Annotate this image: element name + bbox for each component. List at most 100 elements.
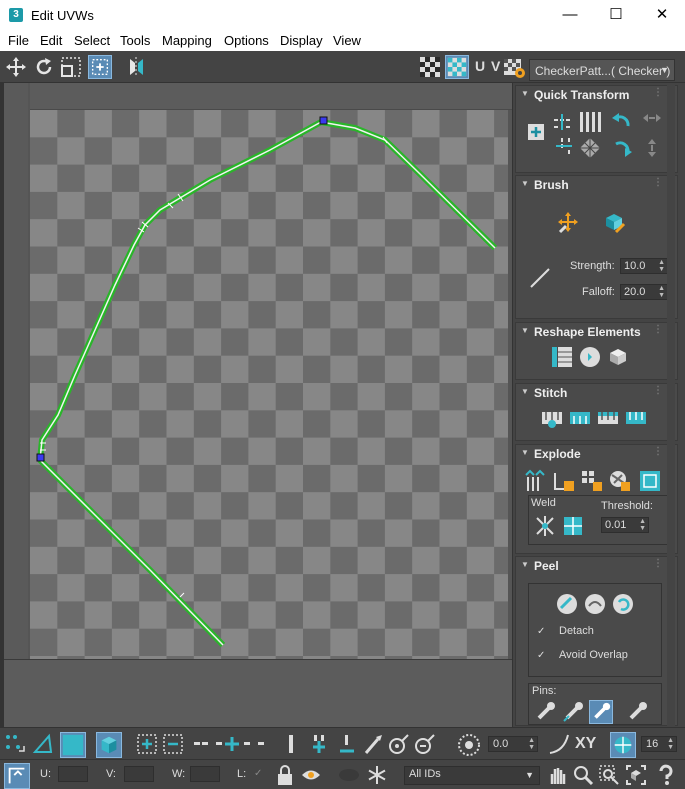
panel-scrollbar[interactable] xyxy=(667,83,675,727)
paint-grow-icon[interactable] xyxy=(388,733,410,755)
weld-selected-icon[interactable] xyxy=(533,514,557,538)
paint-select-icon[interactable] xyxy=(362,733,384,755)
peel-header[interactable]: ▼ Peel ⋮⋮ xyxy=(516,557,677,575)
pin-selected-icon[interactable] xyxy=(561,700,585,724)
freeze-icon-disabled[interactable] xyxy=(338,764,360,786)
menu-file[interactable]: File xyxy=(8,33,29,48)
unpin-selected-icon[interactable] xyxy=(589,700,613,724)
shrink-selection-icon[interactable] xyxy=(162,733,184,755)
strength-spinner[interactable]: 10.0 ▲ ▼ xyxy=(620,258,668,274)
spinner-arrows-icon[interactable]: ▲ ▼ xyxy=(658,259,665,273)
weld-target-icon[interactable] xyxy=(561,514,585,538)
rotate-ccw-icon[interactable] xyxy=(610,110,634,134)
help-icon[interactable] xyxy=(655,764,677,786)
reshape-elements-header[interactable]: ▼ Reshape Elements ⋮⋮ xyxy=(516,323,677,341)
threshold-spinner[interactable]: 0.01 ▲ ▼ xyxy=(601,517,649,533)
ring-icon[interactable] xyxy=(280,733,302,755)
uv-viewport[interactable] xyxy=(0,83,512,727)
grid-size-spinner[interactable]: 16 ▲ ▼ xyxy=(641,736,677,752)
auto-pin-icon[interactable] xyxy=(625,700,649,724)
checker-texture[interactable] xyxy=(30,110,508,659)
loop-shrink-icon[interactable] xyxy=(336,733,358,755)
falloff-spinner[interactable]: 20.0 ▲ ▼ xyxy=(620,284,668,300)
checker-map-icon[interactable] xyxy=(445,55,469,79)
detach-checkbox[interactable]: ✓ xyxy=(537,627,548,638)
space-vertical-icon[interactable] xyxy=(578,136,602,160)
brush-header[interactable]: ▼ Brush ⋮⋮ xyxy=(516,176,677,194)
minimize-button[interactable]: — xyxy=(547,0,593,31)
xy-space-toggle[interactable]: XY xyxy=(575,735,596,753)
straighten-selection-icon[interactable] xyxy=(550,345,574,369)
paint-move-icon[interactable] xyxy=(556,210,580,234)
menu-options[interactable]: Options xyxy=(224,33,269,48)
menu-select[interactable]: Select xyxy=(74,33,110,48)
uv-toggle[interactable]: U V xyxy=(475,58,501,74)
break-icon[interactable] xyxy=(524,469,548,493)
lock-icon[interactable] xyxy=(274,764,296,786)
relax-brush-icon[interactable] xyxy=(602,210,626,234)
v-field[interactable] xyxy=(124,766,154,782)
flip-horizontal-icon[interactable] xyxy=(640,110,664,134)
menu-display[interactable]: Display xyxy=(280,33,323,48)
freeform-icon[interactable] xyxy=(88,55,112,79)
menu-tools[interactable]: Tools xyxy=(120,33,150,48)
stitch-to-target-icon[interactable] xyxy=(624,406,648,430)
rotate-icon[interactable] xyxy=(32,55,56,79)
snowflake-icon[interactable] xyxy=(366,764,388,786)
selected-vertex[interactable] xyxy=(319,116,328,125)
rotate-cw-icon[interactable] xyxy=(610,136,634,160)
grow-selection-icon[interactable] xyxy=(136,733,158,755)
lock-uv-checkbox[interactable]: ✓ xyxy=(254,769,265,780)
vertex-mode-icon[interactable] xyxy=(4,733,26,755)
menu-view[interactable]: View xyxy=(333,33,361,48)
selected-vertex[interactable] xyxy=(36,453,45,462)
move-icon[interactable] xyxy=(4,55,28,79)
show-map-icon[interactable] xyxy=(418,55,442,79)
close-button[interactable]: ✕ xyxy=(639,0,685,31)
zoom-region-icon[interactable] xyxy=(598,764,620,786)
reset-peel-icon[interactable] xyxy=(611,592,635,616)
soft-selection-spinner[interactable]: 0.0 ▲ ▼ xyxy=(488,736,538,752)
scale-icon[interactable] xyxy=(59,55,83,79)
relax-icon[interactable] xyxy=(578,345,602,369)
zoom-extents-icon[interactable] xyxy=(625,764,647,786)
pan-icon[interactable] xyxy=(546,764,568,786)
align-vertical-icon[interactable] xyxy=(552,136,576,160)
edit-pins-icon[interactable] xyxy=(533,700,557,724)
stitch-header[interactable]: ▼ Stitch ⋮⋮ xyxy=(516,384,677,402)
flatten-icon[interactable] xyxy=(638,469,662,493)
maximize-button[interactable]: ☐ xyxy=(593,0,639,31)
align-horizontal-icon[interactable] xyxy=(552,110,576,134)
quick-transform-header[interactable]: ▼ Quick Transform ⋮⋮ xyxy=(516,86,677,104)
spinner-arrows-icon[interactable]: ▲ ▼ xyxy=(528,737,535,751)
avoid-overlap-checkbox[interactable]: ✓ xyxy=(537,651,548,662)
flip-vertical-icon[interactable] xyxy=(640,136,664,160)
texture-dropdown[interactable]: CheckerPatt...( Checker ) ▼ xyxy=(529,59,675,81)
spinner-arrows-icon[interactable]: ▲ ▼ xyxy=(658,285,665,299)
w-field[interactable] xyxy=(190,766,220,782)
peel-mode-icon[interactable] xyxy=(583,592,607,616)
space-horizontal-icon[interactable] xyxy=(578,110,602,134)
paint-shrink-icon[interactable] xyxy=(414,733,436,755)
quick-peel-icon[interactable] xyxy=(555,592,579,616)
absolute-offset-icon[interactable] xyxy=(4,763,30,789)
spinner-arrows-icon[interactable]: ▲ ▼ xyxy=(667,737,674,751)
map-options-icon[interactable] xyxy=(502,55,526,79)
detach-edge-icon[interactable] xyxy=(552,469,576,493)
stitch-custom-icon[interactable] xyxy=(540,406,564,430)
stitch-average-icon[interactable] xyxy=(596,406,620,430)
align-center-icon[interactable] xyxy=(524,120,548,144)
grid-snap-icon[interactable] xyxy=(610,732,636,758)
explode-by-material-icon[interactable] xyxy=(608,469,632,493)
explode-header[interactable]: ▼ Explode ⋮⋮ xyxy=(516,445,677,463)
brush-falloff-icon[interactable] xyxy=(528,266,552,290)
element-mode-icon[interactable] xyxy=(96,732,122,758)
loop-grow-icon[interactable] xyxy=(308,733,330,755)
stitch-to-source-icon[interactable] xyxy=(568,406,592,430)
hide-show-icon[interactable] xyxy=(300,764,322,786)
explode-by-smoothing-icon[interactable] xyxy=(580,469,604,493)
relax-settings-icon[interactable] xyxy=(606,345,630,369)
mirror-icon[interactable] xyxy=(124,55,148,79)
falloff-curve-icon[interactable] xyxy=(548,733,570,755)
soft-selection-icon[interactable] xyxy=(456,732,482,758)
